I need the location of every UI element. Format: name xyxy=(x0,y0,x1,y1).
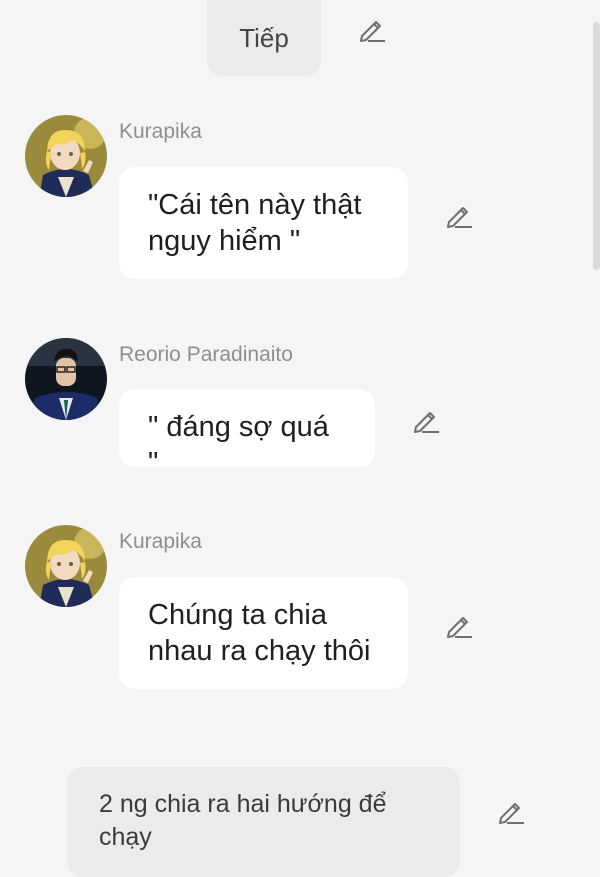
message-bubble[interactable]: " đáng sợ quá " xyxy=(119,389,375,479)
narration-text: 2 ng chia ra hai hướng để chạy xyxy=(99,790,387,851)
kurapika-avatar[interactable] xyxy=(25,115,107,197)
message-text: " đáng sợ quá " xyxy=(148,411,329,479)
edit-pencil-icon[interactable] xyxy=(444,200,474,230)
edit-pencil-icon[interactable] xyxy=(496,796,526,826)
edit-pencil-icon[interactable] xyxy=(357,14,387,44)
message-text: "Cái tên này thật nguy hiểm " xyxy=(148,189,362,257)
edit-pencil-icon[interactable] xyxy=(411,405,441,435)
message-text: Chúng ta chia nhau ra chạy thôi xyxy=(148,599,371,667)
message-bubble[interactable]: Chúng ta chia nhau ra chạy thôi xyxy=(119,577,408,689)
next-button-label: Tiếp xyxy=(239,22,289,53)
next-button[interactable]: Tiếp xyxy=(207,0,321,76)
kurapika-avatar[interactable] xyxy=(25,525,107,607)
scrollbar[interactable] xyxy=(593,22,600,270)
message-bubble[interactable]: "Cái tên này thật nguy hiểm " xyxy=(119,167,408,279)
reorio-avatar[interactable] xyxy=(25,338,107,420)
edit-pencil-icon[interactable] xyxy=(444,610,474,640)
speaker-name: Kurapika xyxy=(119,530,202,553)
speaker-name: Reorio Paradinaito xyxy=(119,343,293,366)
speaker-name: Kurapika xyxy=(119,120,202,143)
